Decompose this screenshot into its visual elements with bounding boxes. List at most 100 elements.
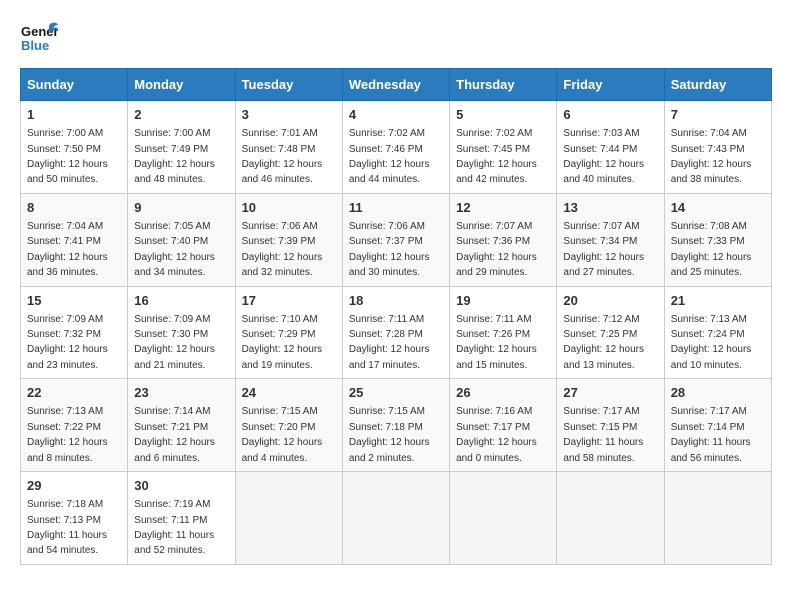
day-info: Sunrise: 7:09 AM Sunset: 7:32 PM Dayligh…: [27, 314, 108, 371]
day-cell: 3 Sunrise: 7:01 AM Sunset: 7:48 PM Daylig…: [235, 101, 342, 194]
day-number: 15: [27, 292, 121, 310]
day-number: 23: [134, 384, 228, 402]
day-info: Sunrise: 7:15 AM Sunset: 7:20 PM Dayligh…: [242, 406, 323, 463]
day-number: 11: [349, 199, 443, 217]
day-number: 17: [242, 292, 336, 310]
day-number: 16: [134, 292, 228, 310]
day-cell: 20 Sunrise: 7:12 AM Sunset: 7:25 PM Dayli…: [557, 286, 664, 379]
day-cell: 4 Sunrise: 7:02 AM Sunset: 7:46 PM Daylig…: [342, 101, 449, 194]
day-number: 9: [134, 199, 228, 217]
day-number: 21: [671, 292, 765, 310]
day-info: Sunrise: 7:06 AM Sunset: 7:39 PM Dayligh…: [242, 221, 323, 278]
weekday-header-sunday: Sunday: [21, 69, 128, 101]
day-info: Sunrise: 7:10 AM Sunset: 7:29 PM Dayligh…: [242, 314, 323, 371]
day-info: Sunrise: 7:02 AM Sunset: 7:45 PM Dayligh…: [456, 128, 537, 185]
day-number: 4: [349, 106, 443, 124]
day-cell: [342, 472, 449, 565]
day-info: Sunrise: 7:17 AM Sunset: 7:15 PM Dayligh…: [563, 406, 643, 463]
day-info: Sunrise: 7:09 AM Sunset: 7:30 PM Dayligh…: [134, 314, 215, 371]
day-info: Sunrise: 7:00 AM Sunset: 7:50 PM Dayligh…: [27, 128, 108, 185]
day-cell: 27 Sunrise: 7:17 AM Sunset: 7:15 PM Dayli…: [557, 379, 664, 472]
day-info: Sunrise: 7:07 AM Sunset: 7:34 PM Dayligh…: [563, 221, 644, 278]
day-info: Sunrise: 7:06 AM Sunset: 7:37 PM Dayligh…: [349, 221, 430, 278]
day-cell: [557, 472, 664, 565]
day-info: Sunrise: 7:11 AM Sunset: 7:26 PM Dayligh…: [456, 314, 537, 371]
day-info: Sunrise: 7:12 AM Sunset: 7:25 PM Dayligh…: [563, 314, 644, 371]
header: General Blue: [20, 20, 772, 58]
day-info: Sunrise: 7:18 AM Sunset: 7:13 PM Dayligh…: [27, 499, 107, 556]
day-info: Sunrise: 7:01 AM Sunset: 7:48 PM Dayligh…: [242, 128, 323, 185]
day-number: 24: [242, 384, 336, 402]
day-cell: [450, 472, 557, 565]
day-number: 30: [134, 477, 228, 495]
weekday-header-friday: Friday: [557, 69, 664, 101]
week-row-1: 1 Sunrise: 7:00 AM Sunset: 7:50 PM Daylig…: [21, 101, 772, 194]
day-cell: 13Sunrise: 7:07 AM Sunset: 7:34 PM Dayli…: [557, 193, 664, 286]
day-cell: 14 Sunrise: 7:08 AM Sunset: 7:33 PM Dayli…: [664, 193, 771, 286]
svg-text:Blue: Blue: [21, 38, 49, 53]
day-info: Sunrise: 7:04 AM Sunset: 7:43 PM Dayligh…: [671, 128, 752, 185]
day-cell: 1 Sunrise: 7:00 AM Sunset: 7:50 PM Daylig…: [21, 101, 128, 194]
day-info: Sunrise: 7:19 AM Sunset: 7:11 PM Dayligh…: [134, 499, 214, 556]
day-cell: 9 Sunrise: 7:05 AM Sunset: 7:40 PM Daylig…: [128, 193, 235, 286]
day-number: 1: [27, 106, 121, 124]
day-info: Sunrise: 7:00 AM Sunset: 7:49 PM Dayligh…: [134, 128, 215, 185]
day-cell: 19 Sunrise: 7:11 AM Sunset: 7:26 PM Dayli…: [450, 286, 557, 379]
day-number: 27: [563, 384, 657, 402]
day-info: Sunrise: 7:13 AM Sunset: 7:24 PM Dayligh…: [671, 314, 752, 371]
day-number: 29: [27, 477, 121, 495]
weekday-header-saturday: Saturday: [664, 69, 771, 101]
day-number: 26: [456, 384, 550, 402]
week-row-4: 22Sunrise: 7:13 AM Sunset: 7:22 PM Dayli…: [21, 379, 772, 472]
day-cell: 21 Sunrise: 7:13 AM Sunset: 7:24 PM Dayli…: [664, 286, 771, 379]
day-info: Sunrise: 7:07 AM Sunset: 7:36 PM Dayligh…: [456, 221, 537, 278]
day-number: 8: [27, 199, 121, 217]
week-row-2: 8 Sunrise: 7:04 AM Sunset: 7:41 PM Daylig…: [21, 193, 772, 286]
logo-bird-icon: General Blue: [20, 20, 58, 58]
day-cell: 17 Sunrise: 7:10 AM Sunset: 7:29 PM Dayli…: [235, 286, 342, 379]
day-cell: 28 Sunrise: 7:17 AM Sunset: 7:14 PM Dayli…: [664, 379, 771, 472]
day-number: 20: [563, 292, 657, 310]
day-info: Sunrise: 7:05 AM Sunset: 7:40 PM Dayligh…: [134, 221, 215, 278]
day-number: 10: [242, 199, 336, 217]
day-number: 14: [671, 199, 765, 217]
logo: General Blue: [20, 20, 58, 58]
day-cell: 23Sunrise: 7:14 AM Sunset: 7:21 PM Dayli…: [128, 379, 235, 472]
day-cell: 16 Sunrise: 7:09 AM Sunset: 7:30 PM Dayli…: [128, 286, 235, 379]
day-cell: 7 Sunrise: 7:04 AM Sunset: 7:43 PM Daylig…: [664, 101, 771, 194]
day-info: Sunrise: 7:15 AM Sunset: 7:18 PM Dayligh…: [349, 406, 430, 463]
day-info: Sunrise: 7:02 AM Sunset: 7:46 PM Dayligh…: [349, 128, 430, 185]
day-number: 3: [242, 106, 336, 124]
week-row-3: 15 Sunrise: 7:09 AM Sunset: 7:32 PM Dayli…: [21, 286, 772, 379]
day-cell: 2Sunrise: 7:00 AM Sunset: 7:49 PM Daylig…: [128, 101, 235, 194]
day-number: 22: [27, 384, 121, 402]
day-cell: 30 Sunrise: 7:19 AM Sunset: 7:11 PM Dayli…: [128, 472, 235, 565]
day-cell: 26 Sunrise: 7:16 AM Sunset: 7:17 PM Dayli…: [450, 379, 557, 472]
calendar-table: SundayMondayTuesdayWednesdayThursdayFrid…: [20, 68, 772, 565]
day-cell: 10 Sunrise: 7:06 AM Sunset: 7:39 PM Dayli…: [235, 193, 342, 286]
day-cell: 8 Sunrise: 7:04 AM Sunset: 7:41 PM Daylig…: [21, 193, 128, 286]
day-cell: 5 Sunrise: 7:02 AM Sunset: 7:45 PM Daylig…: [450, 101, 557, 194]
day-cell: 29 Sunrise: 7:18 AM Sunset: 7:13 PM Dayli…: [21, 472, 128, 565]
day-cell: 25Sunrise: 7:15 AM Sunset: 7:18 PM Dayli…: [342, 379, 449, 472]
day-cell: [235, 472, 342, 565]
day-number: 12: [456, 199, 550, 217]
day-cell: 18Sunrise: 7:11 AM Sunset: 7:28 PM Dayli…: [342, 286, 449, 379]
day-info: Sunrise: 7:03 AM Sunset: 7:44 PM Dayligh…: [563, 128, 644, 185]
day-cell: 24 Sunrise: 7:15 AM Sunset: 7:20 PM Dayli…: [235, 379, 342, 472]
day-cell: [664, 472, 771, 565]
day-info: Sunrise: 7:08 AM Sunset: 7:33 PM Dayligh…: [671, 221, 752, 278]
day-number: 28: [671, 384, 765, 402]
day-info: Sunrise: 7:04 AM Sunset: 7:41 PM Dayligh…: [27, 221, 108, 278]
day-cell: 11 Sunrise: 7:06 AM Sunset: 7:37 PM Dayli…: [342, 193, 449, 286]
day-number: 6: [563, 106, 657, 124]
week-row-5: 29 Sunrise: 7:18 AM Sunset: 7:13 PM Dayli…: [21, 472, 772, 565]
weekday-header-row: SundayMondayTuesdayWednesdayThursdayFrid…: [21, 69, 772, 101]
day-info: Sunrise: 7:11 AM Sunset: 7:28 PM Dayligh…: [349, 314, 430, 371]
day-info: Sunrise: 7:16 AM Sunset: 7:17 PM Dayligh…: [456, 406, 537, 463]
day-number: 5: [456, 106, 550, 124]
day-cell: 6 Sunrise: 7:03 AM Sunset: 7:44 PM Daylig…: [557, 101, 664, 194]
day-number: 7: [671, 106, 765, 124]
day-number: 19: [456, 292, 550, 310]
day-info: Sunrise: 7:17 AM Sunset: 7:14 PM Dayligh…: [671, 406, 751, 463]
